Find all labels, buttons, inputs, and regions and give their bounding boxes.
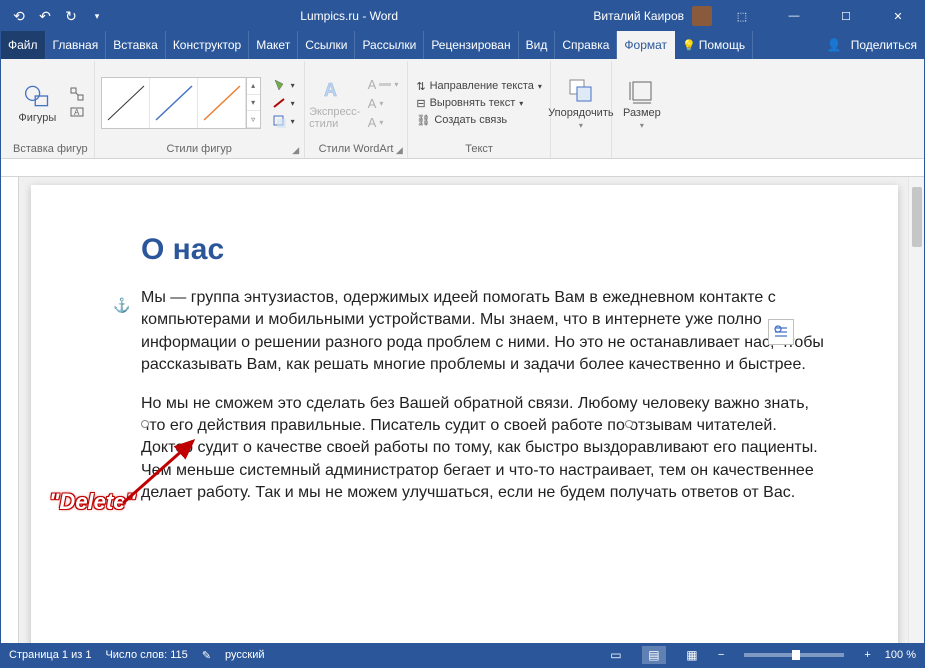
arrange-button[interactable]: Упорядочить ▾	[557, 77, 605, 130]
language-indicator[interactable]: русский	[225, 649, 264, 661]
group-insert-shapes: Фигуры A Вставка фигур	[7, 61, 95, 158]
lightbulb-icon: 💡	[682, 39, 696, 52]
zoom-slider[interactable]	[744, 653, 844, 657]
selection-handle-start[interactable]	[141, 420, 149, 428]
qat-customize-icon[interactable]: ▾	[89, 8, 105, 24]
tell-me[interactable]: 💡Помощь	[675, 31, 753, 59]
zoom-out-button[interactable]: −	[718, 649, 724, 661]
zoom-level[interactable]: 100 %	[885, 649, 916, 661]
ribbon-options-icon[interactable]: ⬚	[720, 1, 764, 31]
align-text-button[interactable]: ⊟Выровнять текст▾	[414, 96, 544, 111]
svg-text:A: A	[74, 108, 80, 117]
web-layout-icon[interactable]: ▦	[680, 646, 704, 664]
tab-insert[interactable]: Вставка	[106, 31, 166, 59]
svg-text:A: A	[324, 80, 337, 100]
group-size: Размер ▾	[612, 61, 672, 158]
wordart-launcher-icon[interactable]: ◢	[393, 144, 405, 156]
shape-outline-button[interactable]: ▾	[269, 95, 298, 111]
align-text-icon: ⊟	[416, 97, 425, 110]
wordart-styles-button[interactable]: A Экспресс-стили	[311, 76, 359, 130]
undo-icon[interactable]: ↶	[37, 8, 53, 24]
read-mode-icon[interactable]: ▭	[604, 646, 628, 664]
paragraph-1[interactable]: Мы — группа энтузиастов, одержимых идеей…	[141, 287, 828, 377]
horizontal-ruler[interactable]	[1, 159, 924, 177]
shape-styles-launcher-icon[interactable]: ◢	[290, 144, 302, 156]
word-count[interactable]: Число слов: 115	[105, 649, 187, 661]
shape-effects-button[interactable]: ▾	[269, 113, 298, 129]
group-wordart-styles: A Экспресс-стили A▾ A▾ A▾ Стили WordArt …	[305, 61, 409, 158]
heading[interactable]: О нас	[141, 233, 828, 267]
tab-references[interactable]: Ссылки	[298, 31, 355, 59]
annotation-arrow-icon	[115, 433, 205, 513]
app-window: ⟲ ↶ ↻ ▾ Lumpics.ru - Word Виталий Каиров…	[0, 0, 925, 668]
share-button[interactable]: 👤 Поделиться	[819, 31, 924, 59]
title-bar: ⟲ ↶ ↻ ▾ Lumpics.ru - Word Виталий Каиров…	[1, 1, 924, 31]
document-area: ⚓ О нас Мы — группа энтузиастов, одержим…	[1, 177, 924, 643]
text-direction-button[interactable]: ⇅Направление текста▾	[414, 79, 544, 94]
autosave-icon[interactable]: ⟲	[11, 8, 27, 24]
ribbon-tabs: Файл Главная Вставка Конструктор Макет С…	[1, 31, 924, 59]
vertical-scrollbar[interactable]	[908, 177, 924, 643]
text-effects-icon[interactable]: A▾	[365, 114, 402, 131]
selection-handle-end[interactable]	[625, 420, 633, 428]
edit-shape-icon[interactable]	[67, 86, 87, 102]
user-name[interactable]: Виталий Каиров	[593, 9, 684, 23]
window-title: Lumpics.ru - Word	[105, 9, 593, 23]
page-indicator[interactable]: Страница 1 из 1	[9, 649, 91, 661]
user-avatar[interactable]	[692, 6, 712, 26]
link-icon: ⛓	[416, 114, 430, 127]
print-layout-icon[interactable]: ▤	[642, 646, 666, 664]
create-link-button[interactable]: ⛓Создать связь	[414, 113, 544, 128]
close-button[interactable]: ✕	[876, 1, 920, 31]
tab-design[interactable]: Конструктор	[166, 31, 249, 59]
tab-review[interactable]: Рецензирован	[424, 31, 518, 59]
status-bar: Страница 1 из 1 Число слов: 115 ✎ русски…	[1, 643, 924, 667]
gallery-more-icon[interactable]: ▿	[247, 111, 260, 128]
ribbon: Фигуры A Вставка фигур ▴▾▿ ▾ ▾	[1, 59, 924, 159]
tab-format[interactable]: Формат	[617, 31, 675, 59]
tab-help[interactable]: Справка	[555, 31, 617, 59]
tab-view[interactable]: Вид	[519, 31, 556, 59]
proofing-icon[interactable]: ✎	[202, 649, 211, 662]
tab-layout[interactable]: Макет	[249, 31, 298, 59]
gallery-up-icon[interactable]: ▴	[247, 78, 260, 95]
tab-file[interactable]: Файл	[1, 31, 46, 59]
zoom-in-button[interactable]: +	[864, 649, 870, 661]
zoom-slider-thumb[interactable]	[792, 650, 800, 660]
quick-access-toolbar: ⟲ ↶ ↻ ▾	[1, 8, 105, 24]
share-icon: 👤	[826, 38, 841, 52]
text-box-icon[interactable]: A	[67, 104, 87, 120]
layout-options-button[interactable]	[768, 319, 794, 345]
size-button[interactable]: Размер ▾	[618, 77, 666, 130]
document-page[interactable]: ⚓ О нас Мы — группа энтузиастов, одержим…	[31, 185, 898, 643]
shape-fill-button[interactable]: ▾	[269, 77, 298, 93]
anchor-icon[interactable]: ⚓	[113, 297, 130, 314]
minimize-button[interactable]: —	[772, 1, 816, 31]
group-text: ⇅Направление текста▾ ⊟Выровнять текст▾ ⛓…	[408, 61, 551, 158]
maximize-button[interactable]: ☐	[824, 1, 868, 31]
scrollbar-thumb[interactable]	[912, 187, 922, 247]
text-direction-icon: ⇅	[416, 80, 425, 93]
shape-style-gallery[interactable]: ▴▾▿	[101, 77, 261, 129]
shapes-button[interactable]: Фигуры	[13, 82, 61, 124]
vertical-ruler[interactable]	[1, 177, 19, 643]
text-outline-icon[interactable]: A▾	[365, 95, 402, 112]
group-shape-styles: ▴▾▿ ▾ ▾ ▾ Стили фигур ◢	[95, 61, 305, 158]
tab-mailings[interactable]: Рассылки	[355, 31, 424, 59]
redo-icon[interactable]: ↻	[63, 8, 79, 24]
tab-home[interactable]: Главная	[46, 31, 107, 59]
text-fill-icon[interactable]: A▾	[365, 76, 402, 93]
paragraph-2[interactable]: Но мы не сможем это сделать без Вашей об…	[141, 393, 828, 505]
gallery-down-icon[interactable]: ▾	[247, 95, 260, 112]
group-arrange: Упорядочить ▾	[551, 61, 612, 158]
